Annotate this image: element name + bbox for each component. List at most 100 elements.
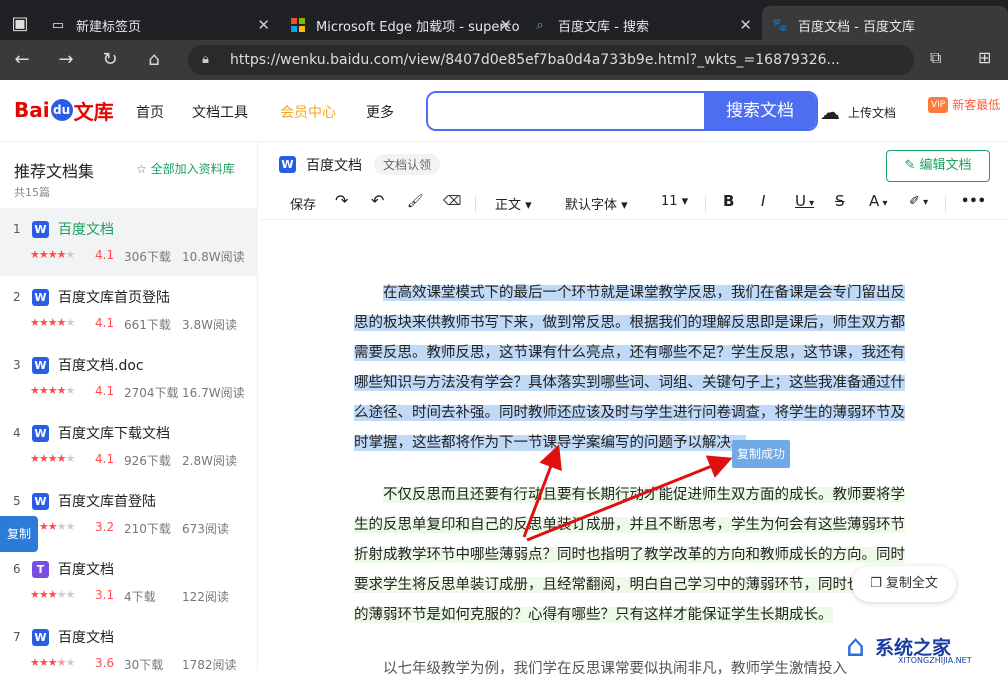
close-tab-icon[interactable]: ✕ [257,16,270,34]
edit-doc-button[interactable]: ✎ 编辑文档 [886,150,990,182]
doc-score: 4.1 [95,316,115,330]
nav-doc-tools[interactable]: 文档工具 [192,102,248,122]
watermark-sub: XITONGZHIJIA.NET [898,656,972,665]
editor-toolbar: 保存 ↷ ↶ 🖌︎ ⌫ 正文 ▾ 默认字体 ▾ 11 ▾ B I U ▾ S A… [259,186,1008,220]
forward-icon[interactable]: → [54,48,78,72]
doc-num: 4 [13,426,21,440]
address-bar-row: ← → ↻ ⌂ 🔒︎ https://wenku.baidu.com/view/… [0,40,1008,80]
document-title: 百度文档 [306,157,362,174]
list-item[interactable]: 2 W 百度文库首页登陆 ★★★★★ 4.1 661下载 3.8W阅读 [0,276,258,344]
format-painter-icon[interactable]: 🖌︎ [407,194,424,209]
baidu-paw-icon: 🐾 [771,17,789,33]
doc-num: 5 [13,494,21,508]
document-header: W 百度文档 文档认领 [279,154,441,175]
list-item[interactable]: 3 W 百度文档.doc ★★★★★ 4.1 2704下载 16.7W阅读 [0,344,258,412]
doc-num: 2 [13,290,21,304]
search-docs-button[interactable]: 搜索文档 [704,93,816,129]
bold-button[interactable]: B [723,192,734,210]
edit-icon: ✎ [904,158,920,173]
browser-tab-bar: ▣ ▭ 新建标签页 ✕ Microsoft Edge 加载项 - superco… [0,0,1008,44]
word-doc-icon: W [32,357,49,374]
vip-promo[interactable]: VIP 新客最低 [928,96,1000,113]
doc-reads: 673阅读 [182,522,229,536]
extensions-icon[interactable]: ⧉ [930,48,941,68]
close-tab-icon[interactable]: ✕ [739,16,752,34]
browser-tab-3[interactable]: ⌕ 百度文库 - 搜索 ✕ [522,6,760,44]
rating-stars-icon: ★★★★★ [30,452,75,465]
sidebar-count: 共15篇 [14,186,50,199]
size-value: 11 [661,194,678,209]
tab-title: 百度文库 - 搜索 [558,19,649,35]
list-item[interactable]: 6 T 百度文档 ★★★★★ 3.1 4下载 122阅读 [0,548,258,616]
new-tab-icon: ▭ [51,17,65,33]
claim-doc-button[interactable]: 文档认领 [374,154,441,175]
paw-logo-icon: du [50,99,73,121]
paragraph-3[interactable]: 以七年级教学为例，我们学在反思课常要似执闹非凡，教师学生激情投入 [354,654,916,684]
doc-reads: 1782阅读 [182,658,237,672]
nav-member-center[interactable]: 会员中心 [280,102,336,122]
doc-reads: 3.8W阅读 [182,318,237,332]
add-all-button[interactable]: ☆ 全部加入资料库 [136,160,235,177]
doc-name: 百度文档 [58,562,114,578]
site-watermark: ⌂ 系统之家 XITONGZHIJIA.NET [846,622,1008,670]
paragraph-style-select[interactable]: 正文 ▾ [495,194,532,213]
vip-badge-icon: VIP [928,96,949,113]
close-tab-icon[interactable]: ✕ [499,16,512,34]
search-input[interactable] [428,93,706,129]
font-color-button[interactable]: A ▾ [869,192,887,210]
browser-tab-1[interactable]: ▭ 新建标签页 ✕ [40,6,278,44]
back-icon[interactable]: ← [10,48,34,72]
url-input[interactable]: 🔒︎ https://wenku.baidu.com/view/8407d0e8… [188,45,914,75]
paragraph-1-selected[interactable]: 在高效课堂模式下的最后一个环节就是课堂教学反思，我们在备课是会专门留出反思的板块… [354,278,916,458]
nav-home[interactable]: 首页 [136,102,164,122]
collections-icon[interactable]: ⊞ [978,48,991,67]
paragraph-2-end: 的薄弱环节是如何克服的？心得有哪些？只有这样才能保证学生长期成长。 [354,607,833,623]
doc-num: 3 [13,358,21,372]
undo-icon[interactable]: ↶ [371,191,384,210]
list-item[interactable]: 4 W 百度文库下载文档 ★★★★★ 4.1 926下载 2.8W阅读 [0,412,258,480]
toolbar-divider [475,196,476,212]
site-header: Bai du 文库 首页 文档工具 会员中心 更多 搜索文档 ☁ 上传文档 VI… [0,80,1008,142]
refresh-icon[interactable]: ↻ [98,48,122,72]
baidu-wenku-logo[interactable]: Bai du 文库 [14,94,114,126]
copy-all-button[interactable]: ❐ 复制全文 [852,566,956,602]
highlight-icon[interactable]: ✐ ▾ [909,194,928,209]
save-button[interactable]: 保存 [290,194,316,213]
doc-name: 百度文库首登陆 [58,494,156,510]
doc-downloads: 30下载 [124,658,164,672]
underline-button[interactable]: U ▾ [795,192,814,210]
more-options-button[interactable]: ••• [961,194,986,209]
home-icon[interactable]: ⌂ [142,48,166,72]
upload-cloud-icon: ☁ [820,100,840,124]
list-item[interactable]: 1 W 百度文档 ★★★★★ 4.1 306下载 10.8W阅读 [0,208,258,276]
recommended-docs-sidebar: 推荐文档集 共15篇 ☆ 全部加入资料库 1 W 百度文档 ★★★★★ 4.1 … [0,142,258,672]
upload-doc-button[interactable]: ☁ 上传文档 [820,100,896,124]
browser-tab-2[interactable]: Microsoft Edge 加载项 - superco ✕ [280,6,520,44]
paragraph-2[interactable]: 不仅反思而且还要有行动且要有长期行动才能促进师生双方面的成长。教师要将学生的反思… [354,480,916,630]
lock-icon: 🔒︎ [202,52,209,67]
copy-side-tab[interactable]: 复制 [0,516,38,552]
browser-tab-4-active[interactable]: 🐾 百度文档 - 百度文库 [762,6,1008,44]
list-item[interactable]: 7 W 百度文档 ★★★★★ 3.6 30下载 1782阅读 [0,616,258,684]
list-item[interactable]: 5 W 百度文库首登陆 ★★★★★ 3.2 210下载 673阅读 [0,480,258,548]
tab-actions-icon[interactable]: ▣ [8,12,32,36]
font-family-select[interactable]: 默认字体 ▾ [565,194,628,213]
redo-icon[interactable]: ↷ [335,191,348,210]
doc-score: 3.1 [95,588,115,602]
copy-all-label: 复制全文 [885,576,938,591]
doc-name: 百度文档 [58,630,114,646]
doc-name: 百度文库首页登陆 [58,290,170,306]
word-doc-icon: W [32,221,49,238]
upload-label: 上传文档 [848,105,897,120]
doc-downloads: 4下载 [124,590,156,604]
style-value: 正文 [495,198,522,213]
italic-button[interactable]: I [761,192,765,210]
eraser-icon[interactable]: ⌫ [443,194,461,209]
doc-downloads: 210下载 [124,522,171,536]
nav-more[interactable]: 更多 [366,102,394,122]
font-size-select[interactable]: 11 ▾ [661,194,688,209]
edit-label: 编辑文档 [919,158,972,173]
doc-downloads: 306下载 [124,250,171,264]
strikethrough-button[interactable]: S [835,192,845,210]
doc-reads: 122阅读 [182,590,229,604]
